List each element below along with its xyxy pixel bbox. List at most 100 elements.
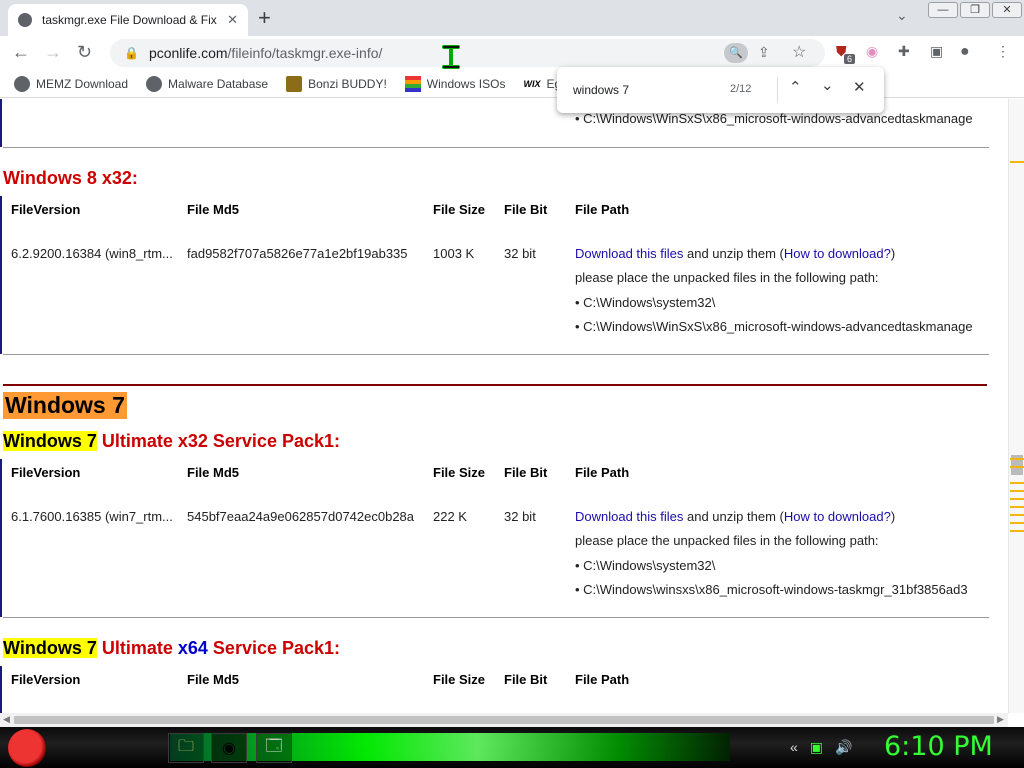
battery-icon[interactable]: ▣ bbox=[810, 739, 823, 756]
minimize-button[interactable]: — bbox=[928, 2, 958, 18]
section-border bbox=[0, 196, 2, 354]
globe-icon bbox=[14, 75, 30, 92]
section-border bbox=[0, 99, 2, 147]
bookmark-star-icon[interactable]: ☆ bbox=[792, 42, 806, 62]
bookmark-malware-database[interactable]: Malware Database bbox=[146, 75, 268, 92]
file-path-item: • C:\Windows\winsxs\x86_microsoft-window… bbox=[575, 582, 968, 597]
col-filemd5: File Md5 bbox=[187, 672, 240, 687]
globe-icon bbox=[146, 75, 163, 92]
col-filepath: File Path bbox=[575, 202, 630, 217]
find-close-icon[interactable]: ✕ bbox=[853, 78, 866, 96]
profile-avatar-icon[interactable]: ● bbox=[960, 43, 970, 61]
horizontal-scrollbar[interactable]: ◀ ▶ bbox=[0, 713, 1008, 727]
find-match-marker bbox=[1010, 161, 1024, 163]
col-filesize: File Size bbox=[433, 202, 486, 217]
download-files-link[interactable]: Download this files bbox=[575, 509, 683, 524]
menu-kebab-icon[interactable]: ⋮ bbox=[996, 43, 1010, 60]
file-path-item: • C:\Windows\system32\ bbox=[575, 558, 716, 573]
col-fileversion: FileVersion bbox=[11, 465, 81, 480]
find-match-marker bbox=[1010, 458, 1024, 460]
file-md5: fad9582f707a5826e77a1e2bf19ab335 bbox=[187, 246, 408, 261]
win7-section-heading: Windows 7 bbox=[3, 392, 127, 419]
taskbar: 🗀 ◉ 🗔 « ▣ 🔊 6:10 PM bbox=[0, 727, 1024, 768]
side-panel-icon[interactable]: ▣ bbox=[930, 43, 943, 60]
file-bit: 32 bit bbox=[504, 246, 536, 261]
browser-tab[interactable]: taskmgr.exe File Download & Fix ✕ bbox=[8, 4, 248, 36]
section-divider bbox=[3, 617, 989, 618]
address-bar[interactable]: 🔒 pconlife.com/fileinfo/taskmgr.exe-info… bbox=[110, 39, 825, 67]
col-fileversion: FileVersion bbox=[11, 672, 81, 687]
section-border bbox=[0, 459, 2, 617]
file-explorer-icon[interactable]: 🗀 bbox=[168, 733, 204, 763]
find-match-marker bbox=[1010, 498, 1024, 500]
url-path: /fileinfo/taskmgr.exe-info/ bbox=[227, 45, 383, 61]
col-filepath: File Path bbox=[575, 465, 630, 480]
tray-chevron-icon[interactable]: « bbox=[790, 739, 798, 756]
col-filebit: File Bit bbox=[504, 465, 548, 480]
start-button-angry-bird-icon[interactable] bbox=[8, 729, 46, 767]
new-tab-button[interactable]: + bbox=[258, 5, 271, 31]
flag-extension-icon[interactable]: ◉ bbox=[866, 43, 878, 60]
scroll-right-arrow-icon[interactable]: ▶ bbox=[997, 714, 1004, 725]
tab-search-chevron-icon[interactable]: ⌄ bbox=[896, 7, 908, 24]
download-files-link[interactable]: Download this files bbox=[575, 246, 683, 261]
back-arrow-icon[interactable]: ← bbox=[12, 42, 30, 63]
find-input[interactable]: windows 7 bbox=[573, 83, 629, 97]
section-divider bbox=[3, 147, 989, 148]
col-filesize: File Size bbox=[433, 672, 486, 687]
volume-icon[interactable]: 🔊 bbox=[835, 739, 852, 756]
find-match-marker bbox=[1010, 514, 1024, 516]
section-rule bbox=[3, 384, 987, 386]
share-icon[interactable]: ⇪ bbox=[758, 44, 770, 61]
chrome-icon[interactable]: ◉ bbox=[211, 733, 247, 763]
lock-icon[interactable]: 🔒 bbox=[124, 46, 139, 60]
find-match-marker bbox=[1010, 522, 1024, 524]
col-fileversion: FileVersion bbox=[11, 202, 81, 217]
tab-title: taskmgr.exe File Download & Fix bbox=[42, 13, 217, 27]
site-favicon-icon bbox=[18, 13, 32, 27]
scrollbar-thumb[interactable] bbox=[14, 716, 994, 724]
extensions-puzzle-icon[interactable]: ✚ bbox=[898, 43, 910, 60]
file-md5: 545bf7eaa24a9e062857d0742ec0b28a bbox=[187, 509, 415, 524]
find-next-chevron-down-icon[interactable]: ⌄ bbox=[821, 76, 834, 94]
download-line: Download this files and unzip them (How … bbox=[575, 509, 896, 524]
find-bar: windows 7 2/12 ⌃ ⌄ ✕ bbox=[557, 67, 884, 113]
bookmark-memz[interactable]: MEMZ Download bbox=[14, 75, 128, 92]
close-window-button[interactable]: ✕ bbox=[992, 2, 1022, 18]
col-filebit: File Bit bbox=[504, 202, 548, 217]
section-divider bbox=[3, 354, 989, 355]
tab-close-icon[interactable]: ✕ bbox=[227, 12, 238, 28]
col-filemd5: File Md5 bbox=[187, 465, 240, 480]
bonzi-icon bbox=[286, 75, 303, 92]
file-version: 6.2.9200.16384 (win8_rtm... bbox=[11, 246, 173, 261]
window-controls: — ❐ ✕ bbox=[928, 2, 1022, 18]
find-divider bbox=[777, 77, 778, 103]
bookmark-windows-isos[interactable]: Windows ISOs bbox=[404, 75, 505, 92]
how-to-download-link[interactable]: How to download? bbox=[784, 246, 891, 261]
app-window-icon[interactable]: 🗔 bbox=[256, 733, 292, 763]
place-instructions: please place the unpacked files in the f… bbox=[575, 533, 879, 548]
taskbar-clock[interactable]: 6:10 PM bbox=[884, 731, 993, 762]
reload-icon[interactable]: ↻ bbox=[77, 42, 92, 63]
bookmark-bonzi-buddy[interactable]: Bonzi BUDDY! bbox=[286, 75, 387, 92]
file-path-item: • C:\Windows\WinSxS\x86_microsoft-window… bbox=[575, 111, 973, 126]
find-in-page-icon[interactable]: 🔍 bbox=[724, 43, 748, 63]
file-version: 6.1.7600.16385 (win7_rtm... bbox=[11, 509, 173, 524]
how-to-download-link[interactable]: How to download? bbox=[784, 509, 891, 524]
browser-toolbar: ← → ↻ 🔒 pconlife.com/fileinfo/taskmgr.ex… bbox=[0, 36, 1024, 70]
vertical-scrollbar[interactable] bbox=[1008, 99, 1024, 713]
win7-x64-heading: Windows 7 Ultimate x64 Service Pack1: bbox=[3, 638, 341, 658]
text-cursor-icon bbox=[442, 45, 460, 69]
scroll-left-arrow-icon[interactable]: ◀ bbox=[3, 714, 10, 725]
section-border bbox=[0, 666, 2, 713]
find-previous-chevron-up-icon[interactable]: ⌃ bbox=[789, 78, 802, 96]
forward-arrow-icon[interactable]: → bbox=[44, 42, 62, 63]
tab-strip: taskmgr.exe File Download & Fix ✕ + ⌄ — … bbox=[0, 0, 1024, 36]
restore-button[interactable]: ❐ bbox=[960, 2, 990, 18]
col-filepath: File Path bbox=[575, 672, 630, 687]
win8-heading: Windows 8 x32: bbox=[3, 168, 138, 188]
extension-badge: 6 bbox=[844, 54, 856, 64]
find-match-marker bbox=[1010, 466, 1024, 468]
place-instructions: please place the unpacked files in the f… bbox=[575, 270, 879, 285]
col-filemd5: File Md5 bbox=[187, 202, 240, 217]
